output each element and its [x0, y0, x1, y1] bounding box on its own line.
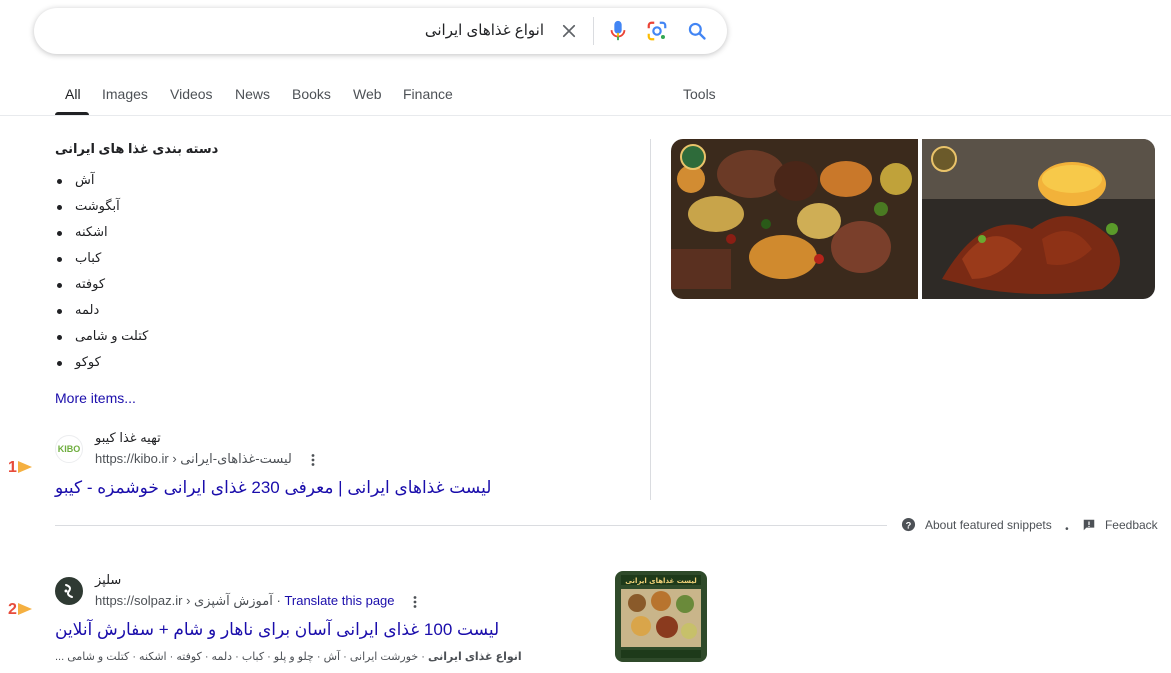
kibo-logo-text: KIBO [57, 444, 81, 454]
solpaz-logo-icon [64, 584, 73, 598]
tools-button[interactable]: Tools [683, 86, 716, 102]
annotation-marker-2: 2 [8, 601, 32, 619]
bullet-icon [57, 205, 62, 210]
tabs-divider [0, 115, 1171, 116]
svg-text:?: ? [906, 520, 912, 530]
bullet-icon [57, 309, 62, 314]
camera-lens-icon [647, 21, 667, 41]
tab-news[interactable]: News [235, 86, 270, 102]
arrow-icon [17, 461, 32, 473]
list-item: کوکو [55, 354, 148, 380]
bullet-icon [57, 179, 62, 184]
clear-search-button[interactable] [557, 19, 581, 43]
site-url: https://kibo.ir › لیست-غذاهای-ایرانی [95, 451, 320, 467]
grilled-platter-image[interactable] [671, 139, 918, 299]
result-title-2[interactable]: لیست 100 غذای ایرانی آسان برای ناهار و ش… [55, 620, 499, 640]
bullet-icon [57, 231, 62, 236]
search-icon [688, 22, 706, 40]
list-item: کتلت و شامی [55, 328, 148, 354]
list-item: دلمه [55, 302, 148, 328]
site-name: تهیه غذا کیبو [95, 430, 161, 445]
image-search-button[interactable] [645, 19, 669, 43]
site-url: https://solpaz.ir › آموزش آشپزی · Transl… [95, 593, 422, 609]
tab-books[interactable]: Books [292, 86, 331, 102]
result-thumbnail-2[interactable]: لیست غذاهای ایرانی [615, 571, 707, 662]
result-title-1[interactable]: لیست غذاهای ایرانی | معرفی 230 غذای ایرا… [55, 478, 491, 498]
feedback-icon [1083, 519, 1095, 531]
translate-page-link[interactable]: Translate this page [284, 593, 394, 608]
bullet-icon [57, 361, 62, 366]
more-options-icon[interactable] [408, 595, 422, 609]
about-snippets-link[interactable]: ? About featured snippets [901, 517, 1052, 532]
tab-all[interactable]: All [65, 86, 81, 102]
microphone-icon [610, 20, 626, 41]
bullet-icon [57, 257, 62, 262]
bullet-icon [57, 283, 62, 288]
chicken-wings-image[interactable] [922, 139, 1155, 299]
list-item: کوفته [55, 276, 148, 302]
thumbnail-title: لیست غذاهای ایرانی [625, 577, 697, 585]
snippet-footer: ? About featured snippets • Feedback [901, 517, 1158, 535]
snippet-source[interactable]: KIBO تهیه غذا کیبو https://kibo.ir › لیس… [55, 430, 455, 474]
more-options-icon[interactable] [306, 453, 320, 467]
list-item: اشکنه [55, 224, 148, 250]
help-icon: ? [901, 517, 916, 532]
more-items-link[interactable]: More items... [55, 390, 136, 406]
bullet-icon [57, 335, 62, 340]
result-snippet-2: انواع غذای ایرانی · خورشت ایرانی · آش · … [55, 651, 522, 663]
result-source-2[interactable]: سلپز https://solpaz.ir › آموزش آشپزی · T… [55, 572, 455, 616]
search-divider [593, 17, 594, 45]
list-item: کباب [55, 250, 148, 276]
snippet-heading: دسته بندی غذا های ایرانی [55, 141, 219, 156]
list-item: آش [55, 172, 148, 198]
snippet-list: آش آبگوشت اشکنه کباب کوفته دلمه کتلت و ش… [55, 172, 148, 380]
tab-finance[interactable]: Finance [403, 86, 453, 102]
list-item: آبگوشت [55, 198, 148, 224]
feedback-link[interactable]: Feedback [1082, 518, 1158, 532]
snippet-footer-divider [55, 525, 887, 526]
search-input[interactable]: انواع غذاهای ایرانی [425, 21, 544, 39]
tab-videos[interactable]: Videos [170, 86, 213, 102]
solpaz-favicon [55, 577, 83, 605]
separator-dot: • [1065, 524, 1069, 535]
voice-search-button[interactable] [606, 19, 630, 43]
annotation-marker-1: 1 [8, 459, 32, 477]
tab-web[interactable]: Web [353, 86, 382, 102]
search-button[interactable] [685, 19, 709, 43]
arrow-icon [17, 603, 32, 615]
site-favicon: KIBO [55, 435, 83, 463]
snippet-images [671, 139, 1155, 299]
snippet-divider [650, 139, 651, 500]
close-icon [562, 24, 576, 38]
site-name: سلپز [95, 572, 122, 587]
search-bar: انواع غذاهای ایرانی [34, 8, 727, 54]
tab-images[interactable]: Images [102, 86, 148, 102]
